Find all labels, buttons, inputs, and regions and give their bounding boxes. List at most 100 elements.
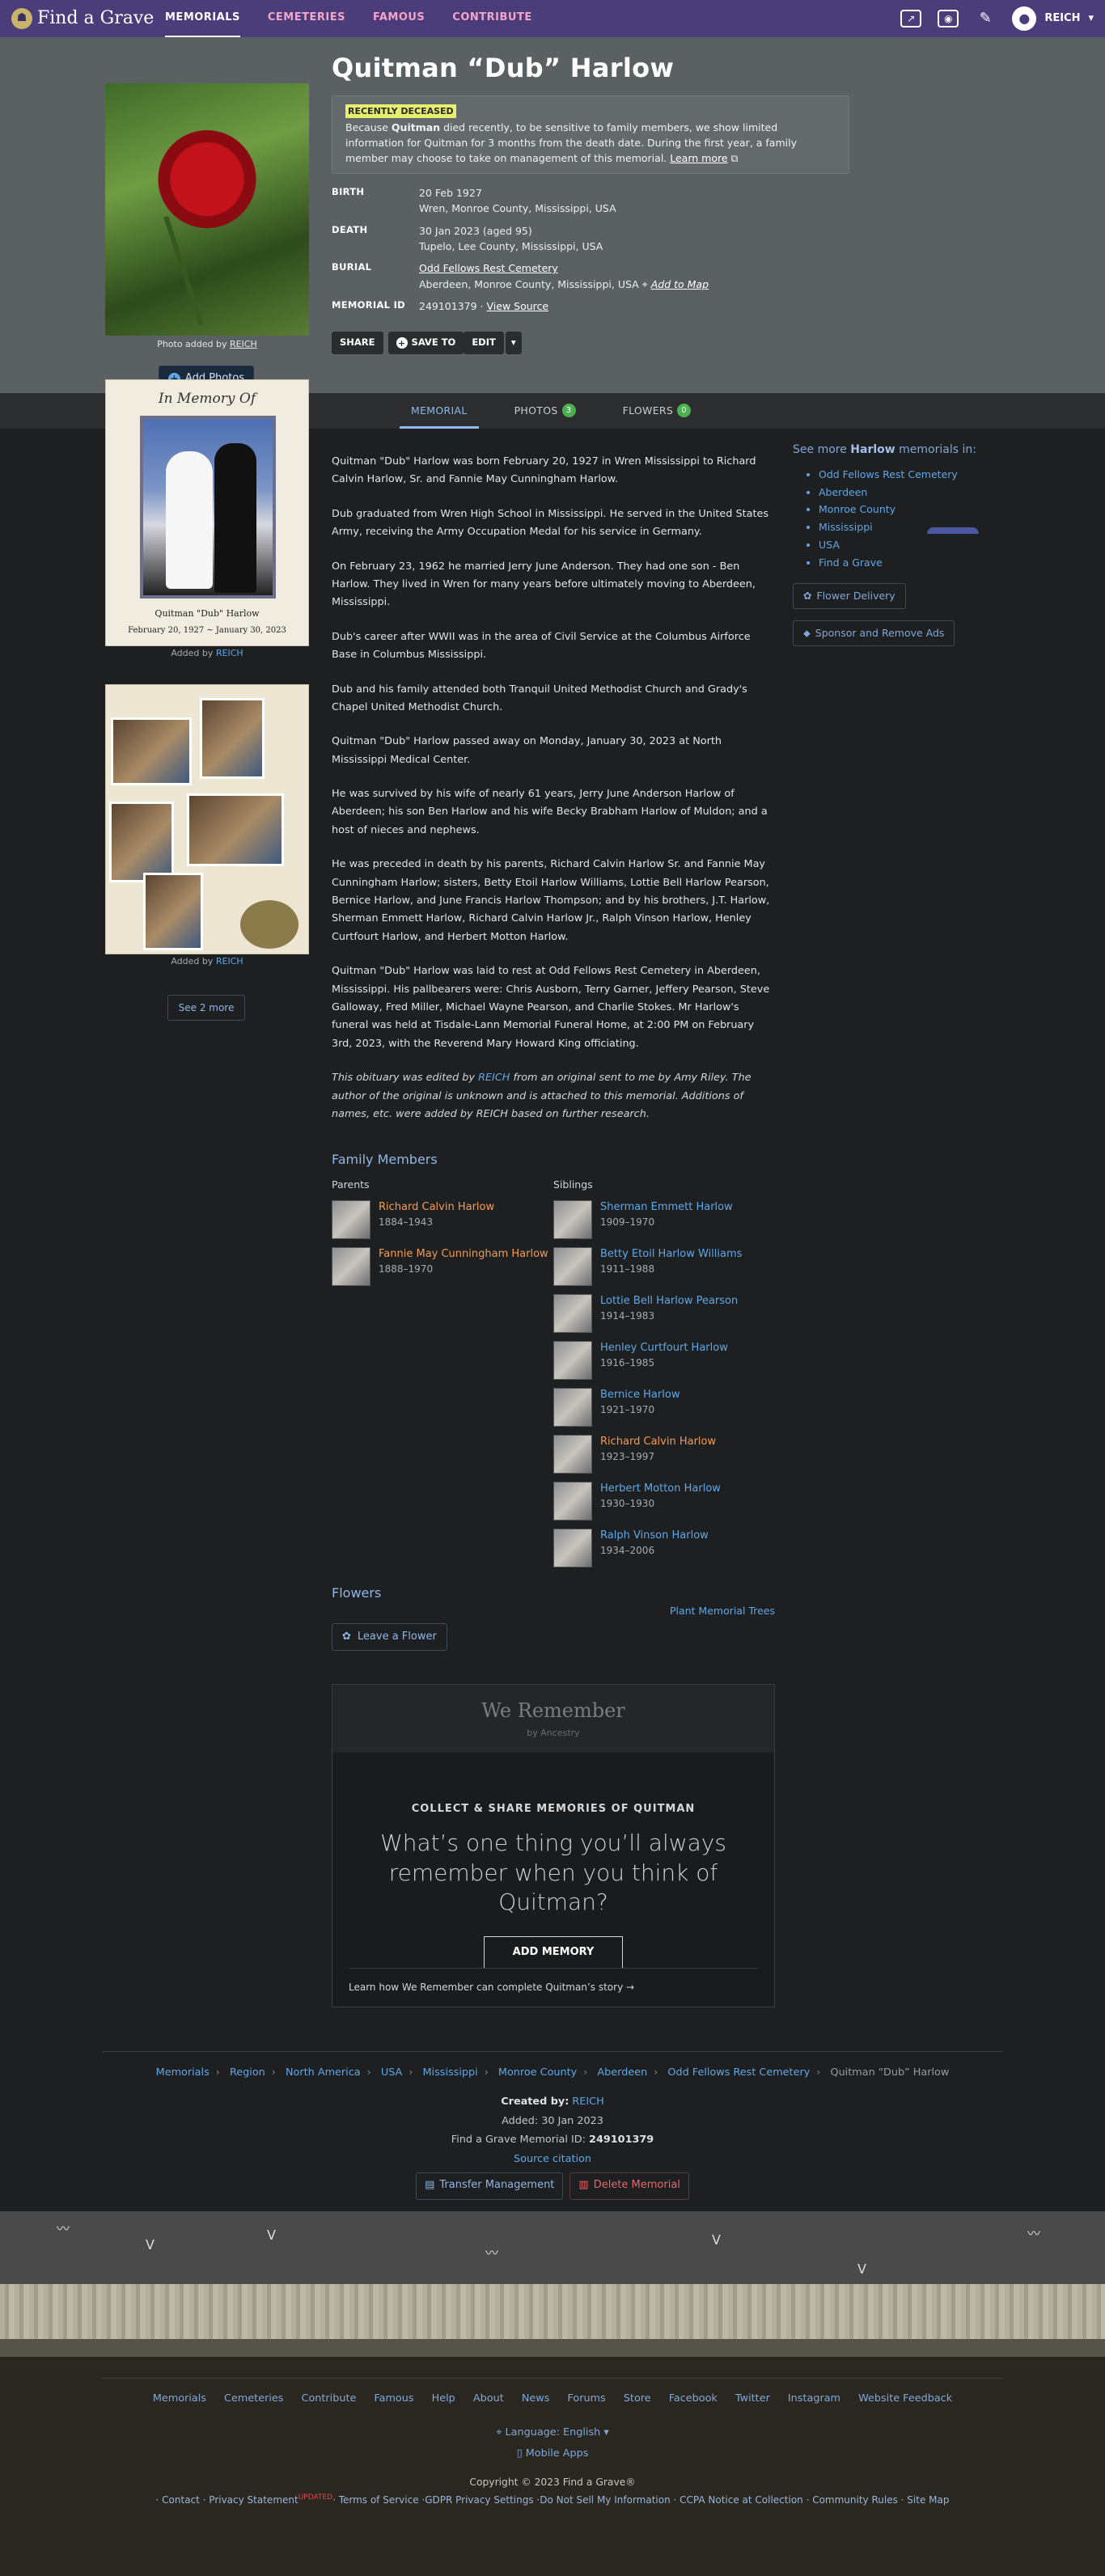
see-more-photos-button[interactable]: See 2 more [167,995,245,1021]
external-link-icon: ⧉ [730,152,739,165]
user-menu[interactable]: ● REICH ▾ [1012,6,1094,31]
legal-links[interactable]: · Contact · Privacy StatementUPDATED· Te… [0,2493,1105,2508]
logo[interactable]: ☗ Find a Grave [11,5,165,32]
flowers-section: Flowers Plant Memorial Trees ✿ Leave a Fl… [332,1584,775,1651]
family-member[interactable]: Sherman Emmett Harlow 1909–1970 [553,1200,775,1247]
grave-thumbnail [553,1200,592,1240]
related-link-cemetery[interactable]: Odd Fellows Rest Cemetery [819,468,958,480]
plant-trees-link[interactable]: Plant Memorial Trees [670,1603,775,1618]
related-link-findagrave[interactable]: Find a Grave [819,556,883,569]
related-link-state[interactable]: Mississippi [819,521,873,533]
crumb-monroe-county[interactable]: Monroe County [498,2066,577,2079]
birth-fact: BIRTH 20 Feb 1927 Wren, Monroe County, Mi… [332,185,616,215]
family-member[interactable]: Bernice Harlow 1921–1970 [553,1388,775,1435]
leave-flower-button[interactable]: ✿ Leave a Flower [332,1622,447,1651]
footer-feedback[interactable]: Website Feedback [858,2392,952,2405]
nav-cemeteries[interactable]: CEMETERIES [268,0,345,38]
crumb-mississippi[interactable]: Mississippi [423,2066,478,2079]
footer-store[interactable]: Store [624,2392,651,2405]
we-remember-learn-link[interactable]: Learn how We Remember can complete Quitm… [349,1968,758,1995]
photo-wedding[interactable]: In Memory Of Quitman "Dub" Harlow Februa… [105,379,309,646]
family-member[interactable]: Ralph Vinson Harlow 1934–2006 [553,1529,775,1576]
family-member[interactable]: Henley Curtfourt Harlow 1916–1985 [553,1341,775,1388]
tab-memorial[interactable]: MEMORIAL [400,393,479,429]
crumb-aberdeen[interactable]: Aberdeen [597,2066,647,2079]
footer-forums[interactable]: Forums [567,2392,605,2405]
share-button[interactable]: SHARE [332,332,383,355]
learn-more-link[interactable]: Learn more [670,152,727,164]
photo-collage[interactable] [105,684,309,954]
footer-memorials[interactable]: Memorials [153,2392,206,2405]
memorial-header: Photo added by REICH + Add Photos Quitma… [0,37,1105,393]
bio-note-user[interactable]: REICH [478,1072,510,1084]
nav-memorials[interactable]: MEMORIALS [165,0,240,39]
photo-3-credit: Added by REICH [171,956,243,967]
related-link-city[interactable]: Aberdeen [819,486,867,498]
nav-tools: ↗ ◉ ✎ ● REICH ▾ [900,6,1094,31]
edit-button[interactable]: EDIT [464,332,504,355]
flower-delivery-button[interactable]: ✿ Flower Delivery [793,582,906,609]
feedback-tab[interactable] [927,527,979,534]
main-nav: MEMORIALS CEMETERIES FAMOUS CONTRIBUTE [165,0,532,39]
siblings-list: Siblings Sherman Emmett Harlow 1909–1970 … [553,1177,775,1576]
share-icon[interactable]: ↗ [900,10,922,27]
tab-flowers[interactable]: FLOWERS 0 [612,393,703,429]
map-pin-icon: ⌖ [496,2426,502,2439]
family-member[interactable]: Lottie Bell Harlow Pearson 1914–1983 [553,1294,775,1341]
family-member[interactable]: Betty Etoil Harlow Williams 1911–1988 [553,1247,775,1294]
family-member[interactable]: Richard Calvin Harlow 1884–1943 [332,1200,553,1247]
related-link-country[interactable]: USA [819,539,840,551]
view-source-link[interactable]: View Source [487,300,549,312]
crumb-cemetery[interactable]: Odd Fellows Rest Cemetery [667,2066,810,2079]
bio-paragraph: Dub's career after WWII was in the area … [332,630,751,662]
crumb-region[interactable]: Region [230,2066,265,2079]
add-memory-button[interactable]: ADD MEMORY [484,1936,623,1969]
language-selector[interactable]: ⌖ Language: English ▾ [0,2425,1105,2441]
we-remember-card: We Remember by Ancestry COLLECT & SHARE … [332,1684,775,2007]
family-member[interactable]: Fannie May Cunningham Harlow 1888–1970 [332,1247,553,1302]
photo-credit-user[interactable]: REICH [230,339,257,349]
photo-3-user[interactable]: REICH [216,956,243,967]
nav-contribute[interactable]: CONTRIBUTE [452,0,531,38]
camera-icon[interactable]: ◉ [938,10,959,27]
sponsor-button[interactable]: ⬥ Sponsor and Remove Ads [793,620,955,646]
footer-famous[interactable]: Famous [374,2392,413,2405]
map-pin-icon: ⌖ [641,277,648,290]
nav-famous[interactable]: FAMOUS [373,0,425,38]
footer-help[interactable]: Help [432,2392,455,2405]
main-photo[interactable] [105,83,309,336]
burial-cemetery-link[interactable]: Odd Fellows Rest Cemetery [419,262,558,274]
creator-link[interactable]: REICH [572,2096,603,2108]
grave-thumbnail [553,1341,592,1381]
footer-about[interactable]: About [473,2392,504,2405]
grave-thumbnail [553,1529,592,1568]
tab-photos[interactable]: PHOTOS 3 [503,393,587,429]
source-citation-link[interactable]: Source citation [514,2153,591,2165]
crumb-north-america[interactable]: North America [286,2066,361,2079]
family-member[interactable]: Richard Calvin Harlow 1923–1997 [553,1435,775,1482]
footer-contribute[interactable]: Contribute [302,2392,357,2405]
recently-deceased-notice: RECENTLY DECEASED Because Quitman died r… [332,95,849,174]
mobile-apps-link[interactable]: ▯ Mobile Apps [0,2446,1105,2462]
crumb-usa[interactable]: USA [381,2066,402,2079]
pencil-icon[interactable]: ✎ [975,10,996,27]
family-member[interactable]: Herbert Motton Harlow 1930–1930 [553,1482,775,1529]
photos-count: 3 [561,404,576,417]
footer-twitter[interactable]: Twitter [735,2392,770,2405]
bio-paragraph: Dub graduated from Wren High School in M… [332,507,769,539]
footer-facebook[interactable]: Facebook [669,2392,718,2405]
photo-2-user[interactable]: REICH [216,648,243,658]
save-to-button[interactable]: + SAVE TO [387,332,464,355]
grave-thumbnail [332,1200,370,1240]
footer-news[interactable]: News [522,2392,550,2405]
delete-memorial-button[interactable]: ▥ Delete Memorial [569,2172,689,2200]
footer-cemeteries[interactable]: Cemeteries [224,2392,283,2405]
transfer-management-button[interactable]: ▤ Transfer Management [416,2172,564,2200]
parents-list: Parents Richard Calvin Harlow 1884–1943 F… [332,1177,553,1576]
crumb-memorials[interactable]: Memorials [156,2066,210,2079]
footer-instagram[interactable]: Instagram [788,2392,840,2405]
add-to-map-link[interactable]: Add to Map [651,278,709,290]
related-link-county[interactable]: Monroe County [819,503,895,515]
death-fact: DEATH 30 Jan 2023 (aged 95) Tupelo, Lee C… [332,223,603,252]
edit-menu-toggle[interactable]: ▾ [505,332,522,355]
